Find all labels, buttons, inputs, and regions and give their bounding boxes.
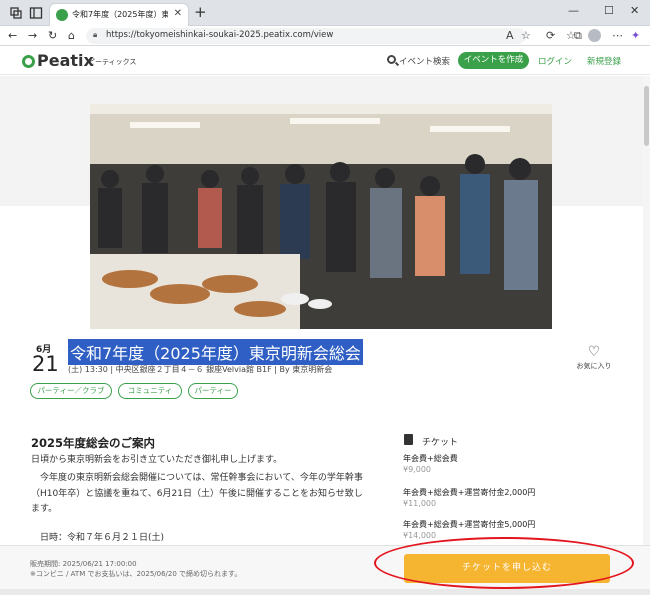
- login-link[interactable]: ログイン: [538, 55, 572, 67]
- ticket-heading: チケット: [422, 438, 459, 448]
- tab-actions-icon[interactable]: [28, 5, 44, 21]
- ticket-name: 年会費+総会費: [403, 454, 458, 463]
- event-meta: (土) 13:30 | 中央区銀座２丁目４－６ 銀座Velvia館 B1F | …: [68, 365, 333, 374]
- address-bar[interactable]: 🔒︎ https://tokyomeishinkai-soukai-2025.p…: [86, 28, 526, 44]
- browser-toolbar: ← → ↻ ⌂ 🔒︎ https://tokyomeishinkai-souka…: [0, 26, 650, 46]
- tag-party-club[interactable]: パーティー／クラブ: [30, 383, 112, 399]
- back-icon[interactable]: ←: [8, 29, 17, 42]
- peatix-favicon-icon: [56, 9, 68, 21]
- description-line: 日頃から東京明新会をお引き立ていただき御礼申し上げます。: [31, 455, 283, 465]
- collections-icon[interactable]: ⧉: [574, 29, 582, 43]
- copilot-icon[interactable]: ✦: [631, 29, 640, 42]
- logo-text[interactable]: Peatix: [37, 51, 94, 70]
- ticket-name: 年会費+総会費+運営寄付金2,000円: [403, 488, 536, 497]
- ticket-price: ¥9,000: [403, 465, 431, 474]
- workspaces-icon[interactable]: [8, 5, 24, 21]
- sale-note: ※コンビニ / ATM でお支払いは、2025/06/20 で締め切られます。: [30, 570, 242, 578]
- favorite-label: お気に入り: [576, 362, 612, 370]
- home-icon[interactable]: ⌂: [68, 29, 75, 42]
- maximize-button[interactable]: ☐: [604, 4, 614, 17]
- tab-title: 令和7年度（2025年度）東京明新: [72, 10, 168, 19]
- forward-icon[interactable]: →: [28, 29, 37, 42]
- favorite-button[interactable]: ♡ お気に入り: [574, 345, 614, 371]
- description-line: 日時：令和７年６月２１日(土): [31, 533, 165, 543]
- sale-period: 販売期間: 2025/06/21 17:00:00: [30, 560, 137, 568]
- page-scrollbar[interactable]: [643, 76, 650, 546]
- tag-party[interactable]: パーティー: [188, 383, 238, 399]
- event-day: 21: [32, 352, 59, 376]
- event-search-link[interactable]: イベント検索: [399, 55, 450, 67]
- minimize-button[interactable]: —: [568, 4, 579, 17]
- more-menu-icon[interactable]: ⋯: [612, 29, 623, 42]
- ticket-name: 年会費+総会費+運営寄付金5,000円: [403, 520, 536, 529]
- highlight-annotation: [374, 537, 634, 589]
- heart-icon: ♡: [587, 344, 601, 360]
- signup-link[interactable]: 新規登録: [587, 55, 621, 67]
- event-hero-photo: [90, 104, 552, 329]
- extensions-icon[interactable]: ⟳: [546, 29, 555, 42]
- event-title: 令和7年度（2025年度）東京明新会総会: [68, 339, 363, 365]
- tag-community[interactable]: コミュニティ: [118, 383, 182, 399]
- refresh-icon[interactable]: ↻: [48, 29, 57, 42]
- new-tab-button[interactable]: +: [194, 3, 207, 21]
- description-line: ます。: [31, 504, 58, 514]
- logo-subtitle: ピーティックス: [88, 58, 137, 66]
- browser-tab-active[interactable]: 令和7年度（2025年度）東京明新 ✕: [49, 3, 189, 26]
- url-text: https://tokyomeishinkai-soukai-2025.peat…: [106, 30, 334, 40]
- lock-icon[interactable]: 🔒︎: [93, 30, 97, 40]
- create-event-button[interactable]: イベントを作成: [458, 52, 529, 69]
- peatix-logo-icon[interactable]: [22, 55, 35, 68]
- description-line: 今年度の東京明新会総会開催については、常任幹事会において、今年の学年幹事: [31, 473, 363, 483]
- party-photo-illustration: [90, 104, 552, 329]
- browser-tab-bar: 令和7年度（2025年度）東京明新 ✕ + — ☐ ✕: [0, 0, 650, 26]
- tab-close-icon[interactable]: ✕: [174, 8, 182, 19]
- site-header: Peatix ピーティックス イベント検索 イベントを作成 ログイン 新規登録: [0, 47, 650, 75]
- search-icon[interactable]: [387, 55, 396, 64]
- ticket-icon: [404, 434, 413, 445]
- window-bottom-edge: [0, 589, 650, 595]
- profile-avatar[interactable]: [588, 29, 601, 42]
- ticket-price: ¥11,000: [403, 499, 437, 508]
- ticket-price: ¥14,000: [403, 531, 437, 540]
- close-window-button[interactable]: ✕: [630, 4, 639, 17]
- favorite-star-icon[interactable]: ☆: [521, 29, 531, 42]
- read-aloud-icon[interactable]: A: [506, 29, 514, 42]
- scrollbar-thumb[interactable]: [644, 86, 649, 146]
- description-line: （H10年卒）と協議を重ねて、6月21日（土）午後に開催することをお知らせ致し: [31, 489, 363, 499]
- description-heading: 2025年度総会のご案内: [31, 436, 156, 450]
